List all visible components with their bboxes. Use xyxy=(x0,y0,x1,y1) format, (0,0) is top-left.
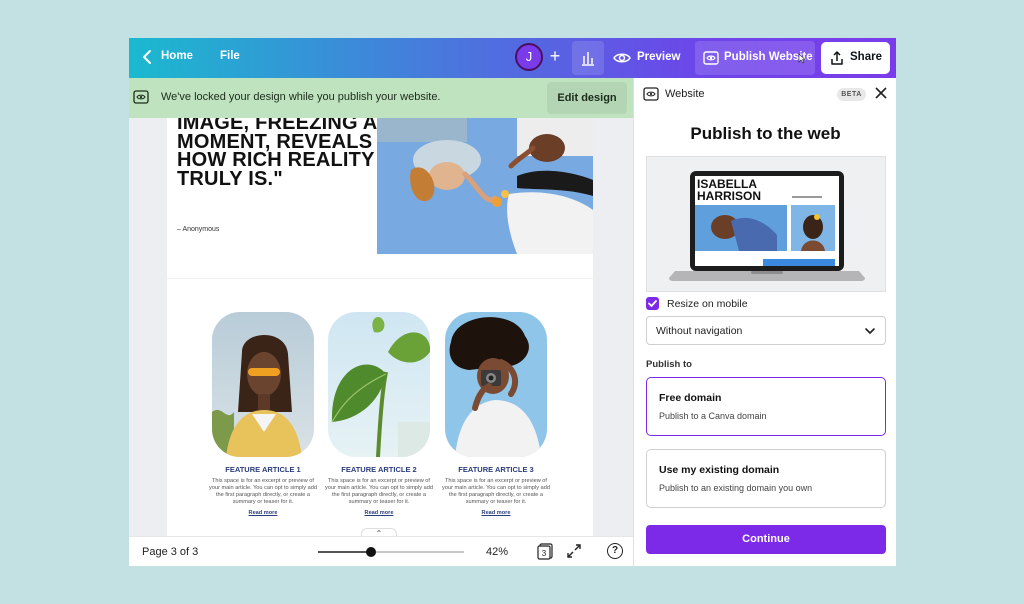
hero-photo xyxy=(377,118,593,254)
zoom-slider[interactable] xyxy=(318,547,464,557)
option-title: Free domain xyxy=(659,392,722,404)
laptop-mockup: ISABELLA HARRISON xyxy=(669,171,865,281)
design-canvas: IMAGE, FREEZING A MOMENT, REVEALS HOW RI… xyxy=(129,118,633,536)
quote-text: IMAGE, FREEZING A MOMENT, REVEALS HOW RI… xyxy=(177,118,377,190)
publish-website-button[interactable]: Publish Website xyxy=(695,41,815,75)
page-indicator[interactable]: Page 3 of 3 xyxy=(142,546,198,558)
option-description: Publish to an existing domain you own xyxy=(659,483,813,493)
website-icon xyxy=(643,87,659,101)
design-page: IMAGE, FREEZING A MOMENT, REVEALS HOW RI… xyxy=(167,118,593,536)
cursor-icon xyxy=(798,53,806,64)
preview-label: Preview xyxy=(637,51,681,63)
insights-button[interactable] xyxy=(572,41,604,75)
portrait-photo-sunglasses xyxy=(212,312,314,457)
website-icon xyxy=(703,51,719,65)
feature-article-card: FEATURE ARTICLE 1 This space is for an e… xyxy=(209,312,317,516)
edit-design-button[interactable]: Edit design xyxy=(547,82,627,114)
feature-article-card: FEATURE ARTICLE 2 This space is for an e… xyxy=(325,312,433,516)
locked-message: We've locked your design while you publi… xyxy=(161,91,441,103)
pages-icon: 3 xyxy=(537,543,553,560)
article-excerpt: This space is for an excerpt or preview … xyxy=(442,478,550,505)
locked-banner: We've locked your design while you publi… xyxy=(129,78,633,118)
article-title: FEATURE ARTICLE 1 xyxy=(225,465,301,474)
beta-badge: BETA xyxy=(837,88,866,101)
file-menu-button[interactable]: File xyxy=(220,50,240,62)
help-button[interactable]: ? xyxy=(607,543,623,559)
free-domain-option[interactable]: Free domain Publish to a Canva domain xyxy=(646,377,886,436)
zoom-value[interactable]: 42% xyxy=(486,546,508,558)
bar-chart-icon xyxy=(582,52,594,66)
share-button[interactable]: Share xyxy=(821,42,890,74)
checkmark-icon xyxy=(648,300,657,307)
article-excerpt: This space is for an excerpt or preview … xyxy=(209,478,317,505)
preview-site-name: ISABELLA HARRISON xyxy=(697,177,761,203)
plant-leaf-photo xyxy=(328,312,431,458)
top-toolbar: Home File J + Preview Publish Website Sh… xyxy=(129,38,896,78)
publish-to-label: Publish to xyxy=(646,359,692,370)
read-more-link[interactable]: Read more xyxy=(328,510,430,516)
close-icon[interactable] xyxy=(872,84,890,102)
share-label: Share xyxy=(850,51,882,63)
resize-on-mobile-label: Resize on mobile xyxy=(667,298,748,310)
continue-button[interactable]: Continue xyxy=(646,525,886,554)
eye-icon xyxy=(613,53,631,63)
read-more-link[interactable]: Read more xyxy=(212,510,314,516)
website-icon xyxy=(133,90,149,104)
zoom-slider-fill xyxy=(318,551,371,553)
chevron-left-icon[interactable] xyxy=(141,49,153,65)
article-title: FEATURE ARTICLE 2 xyxy=(341,465,417,474)
panel-heading: Publish to the web xyxy=(690,124,841,143)
navigation-dropdown[interactable]: Without navigation xyxy=(646,316,886,345)
chevron-up-icon[interactable]: ⌃ xyxy=(361,528,397,536)
publish-panel: Website BETA Publish to the web ISABELLA… xyxy=(633,78,896,566)
home-button[interactable]: Home xyxy=(161,50,193,62)
feature-article-card: FEATURE ARTICLE 3 This space is for an e… xyxy=(442,312,550,516)
panel-title: Website xyxy=(665,88,705,100)
checkbox-checked[interactable] xyxy=(646,297,659,310)
existing-domain-option[interactable]: Use my existing domain Publish to an exi… xyxy=(646,449,886,508)
option-description: Publish to a Canva domain xyxy=(659,411,767,421)
chevron-down-icon xyxy=(865,328,875,334)
site-preview: ISABELLA HARRISON xyxy=(646,156,886,292)
navigation-dropdown-value: Without navigation xyxy=(656,325,743,337)
avatar[interactable]: J xyxy=(515,43,543,71)
pages-grid-button[interactable]: 3 xyxy=(537,543,553,560)
photographer-camera-photo xyxy=(445,312,547,457)
article-title: FEATURE ARTICLE 3 xyxy=(458,465,534,474)
quote-author: – Anonymous xyxy=(177,226,220,233)
option-title: Use my existing domain xyxy=(659,464,780,476)
canva-editor-window: Home File J + Preview Publish Website Sh… xyxy=(129,38,896,566)
read-more-link[interactable]: Read more xyxy=(445,510,547,516)
section-divider xyxy=(167,278,593,279)
invite-plus-button[interactable]: + xyxy=(543,45,567,69)
pages-count: 3 xyxy=(542,549,547,558)
upload-icon xyxy=(831,51,843,65)
bottom-toolbar: Page 3 of 3 42% 3 ? xyxy=(129,536,633,566)
article-excerpt: This space is for an excerpt or preview … xyxy=(325,478,433,505)
zoom-slider-thumb[interactable] xyxy=(365,547,376,557)
preview-button[interactable]: Preview xyxy=(607,41,689,75)
fullscreen-icon[interactable] xyxy=(567,544,581,558)
